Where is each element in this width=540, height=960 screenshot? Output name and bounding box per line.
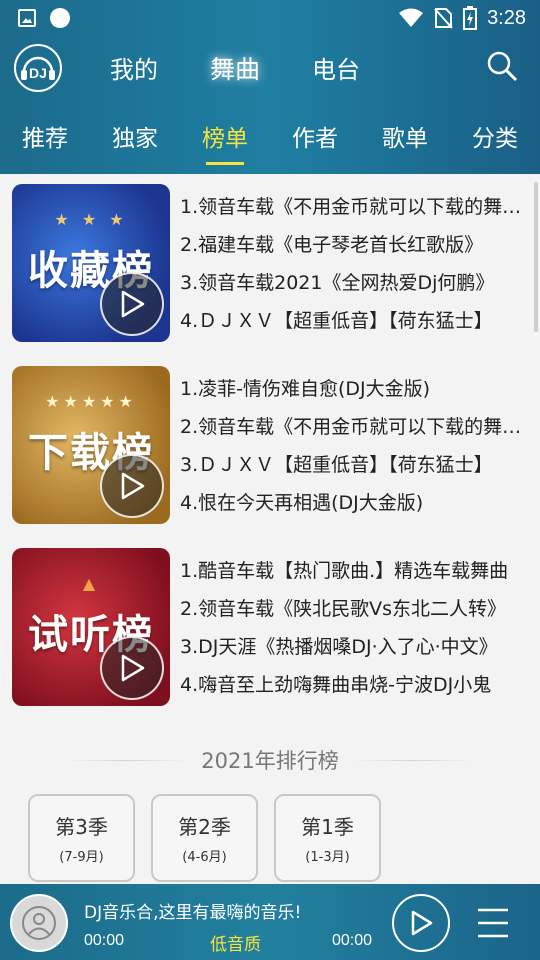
song-item[interactable]: 2.领音车载《不用金币就可以下载的舞曲》 bbox=[180, 408, 530, 446]
song-item[interactable]: 2.领音车载《陕北民歌Vs东北二人转》 bbox=[180, 590, 530, 628]
player-play-icon[interactable] bbox=[392, 894, 450, 952]
chart-cover[interactable]: ▲ 试听榜 bbox=[12, 548, 170, 706]
season-range: (7-9月) bbox=[59, 850, 104, 865]
play-icon[interactable] bbox=[100, 272, 164, 336]
song-item[interactable]: 2.福建车载《电子琴老首长红歌版》 bbox=[180, 226, 530, 264]
song-item[interactable]: 3.DJ天涯《热播烟嗓DJ·入了心·中文》 bbox=[180, 628, 530, 666]
star-decoration-icon: ★★★★★ bbox=[45, 392, 137, 411]
chart-card-favorites[interactable]: ★ ★ ★ 收藏榜 1.领音车载《不用金币就可以下载的舞曲》 2.福建车载《电子… bbox=[0, 174, 540, 344]
mini-player[interactable]: DJ音乐合,这里有最嗨的音乐! 00:00 低音质 00:00 bbox=[0, 884, 540, 960]
year-section-title: 2021年排行榜 bbox=[0, 740, 540, 780]
season-button-q2[interactable]: 第2季 (4-6月) bbox=[151, 794, 258, 882]
tab-mine[interactable]: 我的 bbox=[110, 50, 158, 86]
chart-card-listening[interactable]: ▲ 试听榜 1.酷音车载【热门歌曲.】精选车载舞曲 2.领音车载《陕北民歌Vs东… bbox=[0, 538, 540, 708]
notification-dot-icon bbox=[50, 8, 70, 28]
song-item[interactable]: 4.恨在今天再相遇(DJ大金版) bbox=[180, 484, 530, 522]
chart-list[interactable]: ★ ★ ★ 收藏榜 1.领音车载《不用金币就可以下载的舞曲》 2.福建车载《电子… bbox=[0, 174, 540, 884]
song-item[interactable]: 3.领音车载2021《全网热爱Dj何鹏》 bbox=[180, 264, 530, 302]
subtab-authors[interactable]: 作者 bbox=[292, 119, 338, 159]
season-name: 第3季 bbox=[55, 815, 108, 839]
dj-logo-icon[interactable]: DJ bbox=[14, 44, 62, 92]
song-item[interactable]: 1.凌菲-情伤难自愈(DJ大金版) bbox=[180, 370, 530, 408]
wifi-icon bbox=[399, 8, 424, 27]
year-title-text: 2021年排行榜 bbox=[201, 749, 339, 773]
top-header-background: 3:28 DJ 我的 舞曲 电台 推荐 独家 榜单 作者 歌单 分类 bbox=[0, 0, 540, 174]
main-tabs: 我的 舞曲 电台 bbox=[110, 50, 360, 86]
app-header: DJ 我的 舞曲 电台 bbox=[0, 36, 540, 104]
song-item[interactable]: 1.酷音车载【热门歌曲.】精选车载舞曲 bbox=[180, 552, 530, 590]
gallery-icon bbox=[18, 9, 36, 27]
chart-cover[interactable]: ★★★★★ 下载榜 bbox=[12, 366, 170, 524]
search-icon[interactable] bbox=[486, 50, 518, 82]
no-sim-icon bbox=[434, 8, 453, 29]
logo-text: DJ bbox=[29, 65, 47, 81]
star-decoration-icon: ★ ★ ★ bbox=[54, 210, 128, 229]
player-title: DJ音乐合,这里有最嗨的音乐! bbox=[84, 903, 302, 923]
season-button-q1[interactable]: 第1季 (1-3月) bbox=[274, 794, 381, 882]
status-bar: 3:28 bbox=[0, 0, 540, 36]
battery-charging-icon bbox=[463, 6, 478, 30]
player-quality[interactable]: 低音质 bbox=[210, 930, 261, 955]
season-buttons: 第3季 (7-9月) 第2季 (4-6月) 第1季 (1-3月) bbox=[28, 794, 381, 882]
season-range: (1-3月) bbox=[305, 850, 350, 865]
subtab-exclusive[interactable]: 独家 bbox=[112, 119, 158, 159]
song-item[interactable]: 3.ＤＪＸＶ【超重低音】【荷东猛士】 bbox=[180, 446, 530, 484]
season-range: (4-6月) bbox=[182, 850, 227, 865]
season-button-q3[interactable]: 第3季 (7-9月) bbox=[28, 794, 135, 882]
divider bbox=[352, 759, 473, 761]
tab-radio[interactable]: 电台 bbox=[312, 50, 360, 86]
subtab-charts[interactable]: 榜单 bbox=[202, 119, 248, 165]
chart-cover[interactable]: ★ ★ ★ 收藏榜 bbox=[12, 184, 170, 342]
chart-song-list: 1.领音车载《不用金币就可以下载的舞曲》 2.福建车载《电子琴老首长红歌版》 3… bbox=[180, 188, 530, 340]
chart-song-list: 1.酷音车载【热门歌曲.】精选车载舞曲 2.领音车载《陕北民歌Vs东北二人转》 … bbox=[180, 552, 530, 704]
chart-song-list: 1.凌菲-情伤难自愈(DJ大金版) 2.领音车载《不用金币就可以下载的舞曲》 3… bbox=[180, 370, 530, 522]
play-icon[interactable] bbox=[100, 636, 164, 700]
chart-card-downloads[interactable]: ★★★★★ 下载榜 1.凌菲-情伤难自愈(DJ大金版) 2.领音车载《不用金币就… bbox=[0, 356, 540, 526]
subtab-playlists[interactable]: 歌单 bbox=[382, 119, 428, 159]
user-avatar-icon[interactable] bbox=[10, 894, 68, 952]
song-item[interactable]: 4.嗨音至上劲嗨舞曲串烧-宁波DJ小鬼 bbox=[180, 666, 530, 704]
song-item[interactable]: 4.ＤＪＸＶ【超重低音】【荷东猛士】 bbox=[180, 302, 530, 340]
status-time: 3:28 bbox=[487, 6, 526, 29]
season-name: 第1季 bbox=[301, 815, 354, 839]
sub-tabs: 推荐 独家 榜单 作者 歌单 分类 bbox=[0, 104, 540, 174]
season-name: 第2季 bbox=[178, 815, 231, 839]
player-total-time: 00:00 bbox=[332, 932, 373, 949]
player-current-time: 00:00 bbox=[84, 932, 125, 949]
subtab-categories[interactable]: 分类 bbox=[472, 119, 518, 159]
divider bbox=[67, 759, 188, 761]
star-decoration-icon: ▲ bbox=[82, 574, 100, 593]
tab-dance[interactable]: 舞曲 bbox=[210, 50, 260, 86]
subtab-recommend[interactable]: 推荐 bbox=[22, 119, 68, 159]
song-item[interactable]: 1.领音车载《不用金币就可以下载的舞曲》 bbox=[180, 188, 530, 226]
playlist-icon[interactable] bbox=[474, 906, 512, 940]
play-icon[interactable] bbox=[100, 454, 164, 518]
